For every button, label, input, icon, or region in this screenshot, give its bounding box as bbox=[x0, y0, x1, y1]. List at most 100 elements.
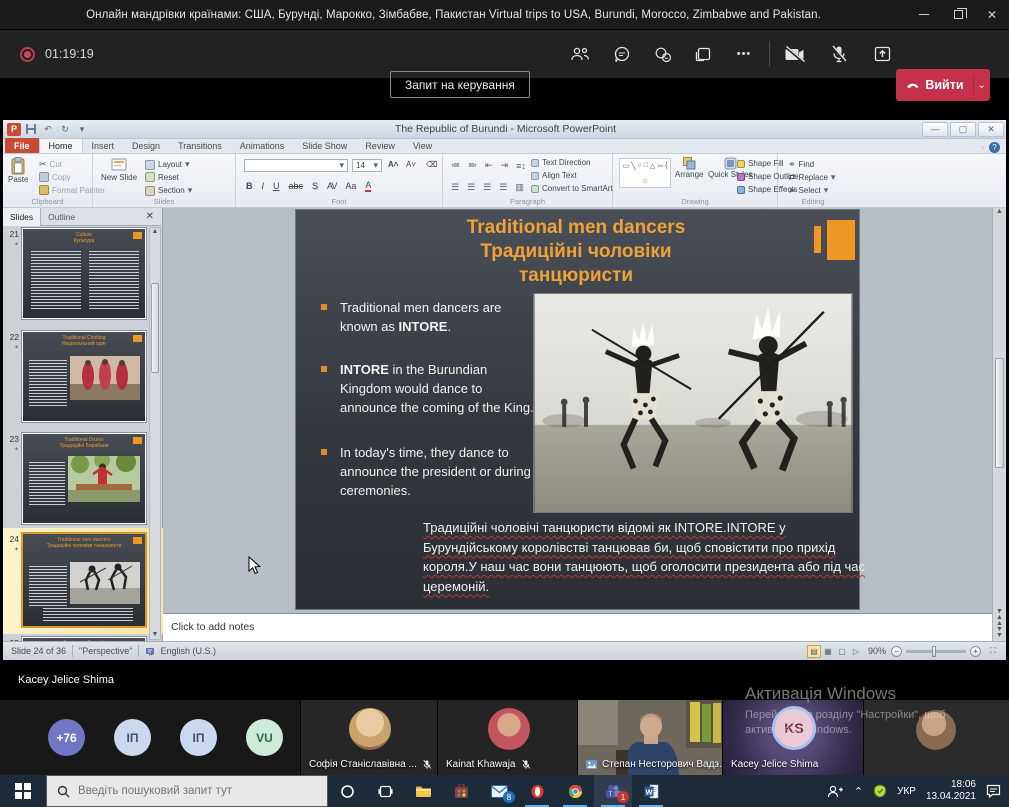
shapes-gallery[interactable]: ▭╲○□ △⇦{☆ bbox=[619, 158, 671, 188]
convert-smartart-button[interactable]: Convert to SmartArt bbox=[531, 184, 613, 193]
slide-thumbnail-22[interactable]: 22✦ Traditional ClothingНаціональний одя… bbox=[5, 330, 149, 425]
opera-button[interactable] bbox=[518, 775, 556, 807]
taskbar-search[interactable] bbox=[46, 775, 328, 807]
character-spacing-button[interactable]: AV bbox=[327, 181, 336, 191]
italic-button[interactable]: I bbox=[262, 181, 265, 191]
numbering-button[interactable]: ≕ bbox=[468, 160, 477, 171]
cut-button[interactable]: ✂Cut bbox=[39, 159, 62, 170]
cortana-button[interactable] bbox=[328, 775, 366, 807]
reading-view-button[interactable]: ▢ bbox=[835, 645, 849, 658]
save-icon[interactable] bbox=[24, 123, 38, 136]
ppt-minimize-button[interactable]: — bbox=[922, 122, 948, 137]
font-color-button[interactable]: A bbox=[365, 180, 371, 192]
tab-slide-show[interactable]: Slide Show bbox=[293, 138, 356, 153]
qat-dropdown-icon[interactable]: ▾ bbox=[75, 123, 89, 136]
align-right-button[interactable]: ☰ bbox=[483, 182, 491, 193]
decrease-indent-button[interactable]: ⇤ bbox=[485, 160, 493, 171]
tab-slides-thumbnails[interactable]: Slides bbox=[3, 208, 41, 226]
strikethrough-button[interactable]: abc bbox=[289, 181, 304, 191]
start-button[interactable] bbox=[0, 775, 46, 807]
slideshow-button[interactable]: ▷ bbox=[849, 645, 863, 658]
font-size-combo[interactable]: 14▾ bbox=[352, 159, 382, 172]
search-input[interactable] bbox=[78, 785, 308, 797]
scroll-up-icon[interactable]: ▲ bbox=[150, 228, 160, 235]
video-tile-sofia[interactable]: Софія Станіславівна ... bbox=[300, 700, 437, 775]
close-button[interactable]: ✕ bbox=[975, 0, 1009, 30]
mic-toggle-button[interactable] bbox=[822, 37, 856, 71]
align-text-button[interactable]: Align Text bbox=[531, 171, 577, 180]
bold-button[interactable]: B bbox=[246, 181, 253, 191]
clear-formatting-button[interactable]: ⌫ bbox=[426, 160, 437, 169]
tab-transitions[interactable]: Transitions bbox=[169, 138, 231, 153]
section-button[interactable]: Section▾ bbox=[145, 185, 192, 196]
undo-icon[interactable]: ↶ bbox=[41, 123, 55, 136]
align-left-button[interactable]: ☰ bbox=[451, 182, 459, 193]
slides-panel-scrollbar[interactable]: ▲ ▼ bbox=[149, 227, 161, 640]
taskbar-clock[interactable]: 18:06 13.04.2021 bbox=[926, 779, 976, 803]
notes-pane[interactable]: Click to add notes bbox=[163, 613, 992, 641]
ppt-close-button[interactable]: ✕ bbox=[978, 122, 1004, 137]
tab-design[interactable]: Design bbox=[123, 138, 169, 153]
participants-button[interactable] bbox=[563, 37, 597, 71]
scroll-down-icon[interactable]: ▼ bbox=[150, 631, 160, 638]
grow-font-button[interactable]: A˄ bbox=[388, 160, 398, 169]
shape-fill-button[interactable]: Shape Fill bbox=[737, 159, 784, 168]
zoom-slider[interactable] bbox=[906, 650, 966, 653]
tab-home[interactable]: Home bbox=[39, 138, 83, 153]
main-scrollbar[interactable]: ▲ ▼ ▲▲ ▼▼ bbox=[992, 208, 1006, 641]
participant-avatar[interactable]: ІП bbox=[180, 719, 217, 756]
maximize-button[interactable] bbox=[941, 0, 975, 30]
normal-view-button[interactable]: ▤ bbox=[807, 645, 821, 658]
participant-avatar[interactable]: ІП bbox=[114, 719, 151, 756]
text-direction-button[interactable]: Text Direction bbox=[531, 158, 590, 167]
next-slide-button[interactable]: ▼▼ bbox=[993, 627, 1006, 639]
font-name-combo[interactable]: ▾ bbox=[244, 159, 348, 172]
action-center-icon[interactable] bbox=[986, 784, 1001, 798]
chevron-down-icon[interactable]: ⌄ bbox=[973, 80, 990, 91]
line-spacing-button[interactable]: ≡↕ bbox=[516, 161, 526, 171]
select-button[interactable]: ➤Select▾ bbox=[788, 185, 828, 196]
tab-animations[interactable]: Animations bbox=[231, 138, 294, 153]
overflow-participants-badge[interactable]: +76 bbox=[48, 719, 85, 756]
leave-meeting-button[interactable]: Вийти ⌄ bbox=[896, 69, 990, 101]
tab-insert[interactable]: Insert bbox=[83, 138, 124, 153]
camera-toggle-button[interactable] bbox=[778, 37, 812, 71]
new-slide-button[interactable]: New Slide bbox=[101, 157, 137, 182]
slide-thumbnail-24-selected[interactable]: 24✦ Traditional men dancersТрадиційні чо… bbox=[5, 532, 149, 630]
tab-file[interactable]: File bbox=[5, 138, 39, 153]
redo-icon[interactable]: ↻ bbox=[58, 123, 72, 136]
columns-button[interactable]: ▥ bbox=[515, 182, 524, 193]
replace-button[interactable]: ⇄Replace▾ bbox=[788, 172, 835, 183]
current-slide[interactable]: Traditional men dancers Традиційні чолов… bbox=[295, 209, 860, 610]
zoom-in-button[interactable]: + bbox=[970, 646, 981, 657]
ppt-maximize-button[interactable]: ▢ bbox=[950, 122, 976, 137]
slide-thumbnail-21[interactable]: 21✦ CultureКультура bbox=[5, 227, 149, 322]
language-indicator[interactable]: УКР bbox=[897, 786, 916, 797]
bullets-button[interactable]: ≔ bbox=[451, 160, 460, 171]
file-explorer-button[interactable] bbox=[404, 775, 442, 807]
reset-button[interactable]: Reset bbox=[145, 172, 179, 182]
tab-view[interactable]: View bbox=[404, 138, 441, 153]
minimize-button[interactable] bbox=[907, 0, 941, 30]
underline-button[interactable]: U bbox=[273, 181, 280, 191]
more-options-button[interactable]: ••• bbox=[727, 37, 761, 71]
share-content-button[interactable] bbox=[865, 37, 899, 71]
zoom-slider-handle[interactable] bbox=[932, 646, 936, 657]
arrange-button[interactable]: Arrange bbox=[675, 157, 703, 179]
find-button[interactable]: ⚭Find bbox=[788, 159, 814, 170]
reactions-button[interactable] bbox=[645, 37, 679, 71]
change-case-button[interactable]: Aa bbox=[345, 181, 356, 191]
ribbon-collapse-icon[interactable]: ◦ bbox=[981, 143, 984, 152]
increase-indent-button[interactable]: ⇥ bbox=[501, 160, 509, 171]
copy-button[interactable]: Copy bbox=[39, 172, 71, 182]
scrollbar-thumb[interactable] bbox=[995, 358, 1004, 468]
language-indicator[interactable]: English (U.S.) bbox=[160, 646, 216, 656]
powerpoint-logo-icon[interactable]: P bbox=[7, 123, 21, 136]
tab-outline[interactable]: Outline bbox=[41, 208, 82, 226]
fit-to-window-button[interactable]: ⛶ bbox=[986, 645, 1000, 658]
shrink-font-button[interactable]: A˅ bbox=[406, 160, 416, 169]
video-tile-kainat[interactable]: Kainat Khawaja bbox=[437, 700, 577, 775]
help-icon[interactable]: ? bbox=[989, 142, 1000, 153]
chat-button[interactable] bbox=[605, 37, 639, 71]
tab-review[interactable]: Review bbox=[356, 138, 404, 153]
